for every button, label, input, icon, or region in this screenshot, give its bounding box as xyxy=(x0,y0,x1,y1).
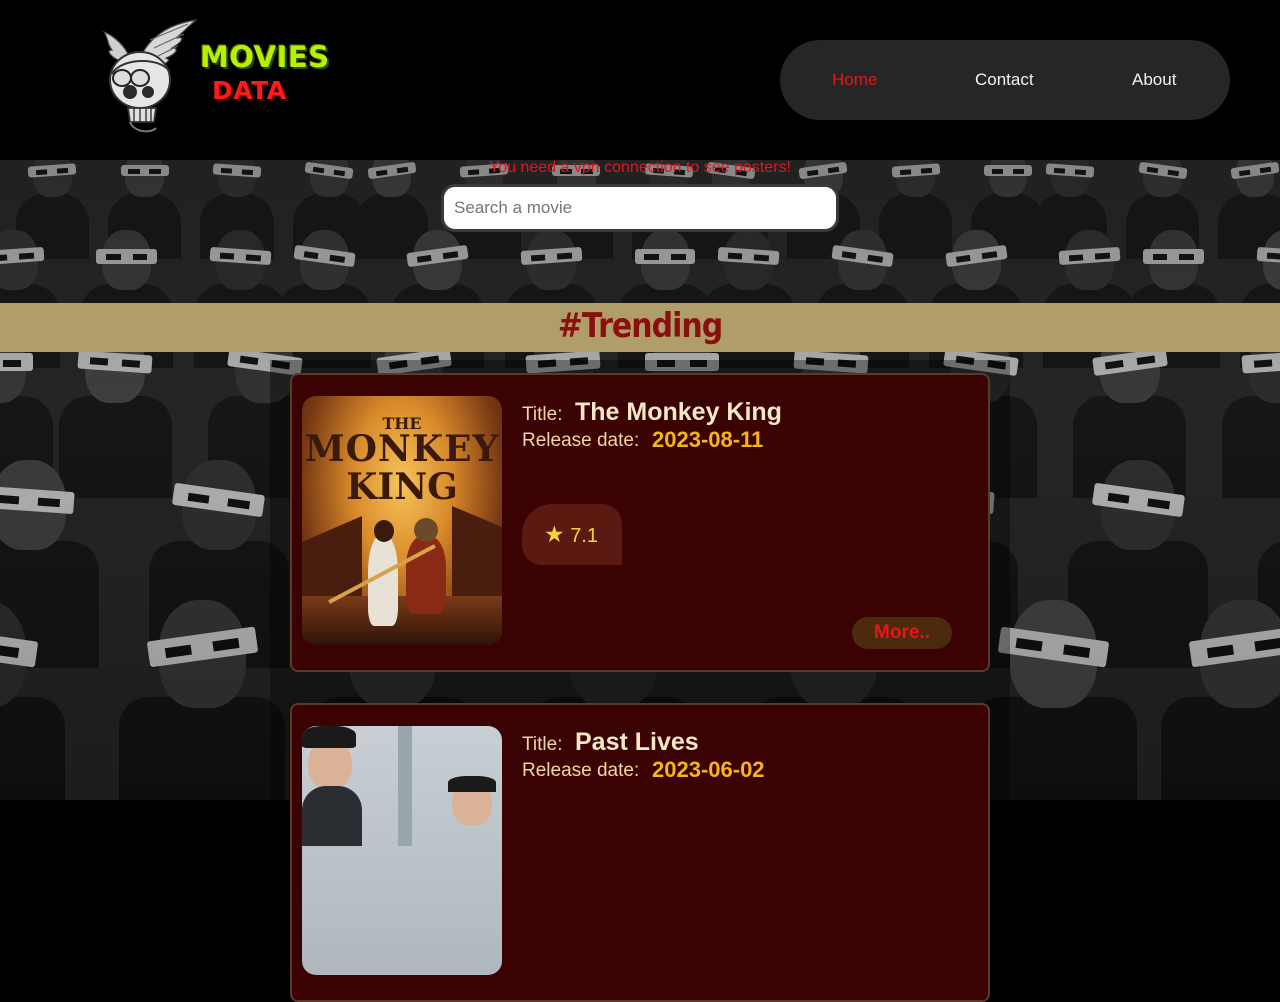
movie-card: THE MONKEY KING Title: The Monkey King R… xyxy=(290,373,990,672)
poster-person-left xyxy=(302,786,362,846)
vpn-notice: You need a vpn connection to see posters… xyxy=(489,159,791,176)
rating-badge: ★ 7.1 xyxy=(522,504,622,565)
star-icon: ★ xyxy=(544,521,565,547)
main-nav: Home Contact About xyxy=(780,40,1230,120)
title-label: Title: xyxy=(522,734,563,755)
poster-monkey-head xyxy=(414,518,438,542)
poster-ground xyxy=(302,596,502,645)
movie-poster[interactable] xyxy=(302,726,502,975)
site-logo[interactable]: MOVIES DATA xyxy=(100,18,329,136)
movie-title: The Monkey King xyxy=(575,398,782,426)
release-date-label: Release date: xyxy=(522,760,640,781)
movie-poster[interactable]: THE MONKEY KING xyxy=(302,396,502,645)
more-button[interactable]: More.. xyxy=(852,617,952,649)
movie-title: Past Lives xyxy=(575,728,699,756)
trending-banner: #Trending xyxy=(0,303,1280,352)
nav-home-link[interactable]: Home xyxy=(832,70,877,90)
movie-card: Title: Past Lives Release date: 2023-06-… xyxy=(290,703,990,1002)
trending-heading: #Trending xyxy=(557,306,723,347)
rating-value: 7.1 xyxy=(570,525,598,547)
poster-title-line2: MONKEY xyxy=(304,428,500,470)
nav-about-link[interactable]: About xyxy=(1132,70,1176,90)
poster-hair-right xyxy=(448,776,496,792)
poster-hair-left xyxy=(302,726,356,748)
poster-pole xyxy=(398,726,412,846)
release-date-value: 2023-08-11 xyxy=(652,427,764,452)
site-header: MOVIES DATA Home Contact About xyxy=(0,0,1280,160)
poster-girl-head xyxy=(374,520,394,542)
release-date-value: 2023-06-02 xyxy=(652,757,765,782)
nav-contact-link[interactable]: Contact xyxy=(975,70,1034,90)
release-date-label: Release date: xyxy=(522,430,640,451)
logo-text-movies: MOVIES xyxy=(200,40,330,74)
winged-skull-icon xyxy=(102,19,199,133)
search-input[interactable] xyxy=(441,184,839,232)
poster-title-line3: KING xyxy=(346,466,458,508)
logo-text-data: DATA xyxy=(212,76,287,105)
title-label: Title: xyxy=(522,404,563,425)
